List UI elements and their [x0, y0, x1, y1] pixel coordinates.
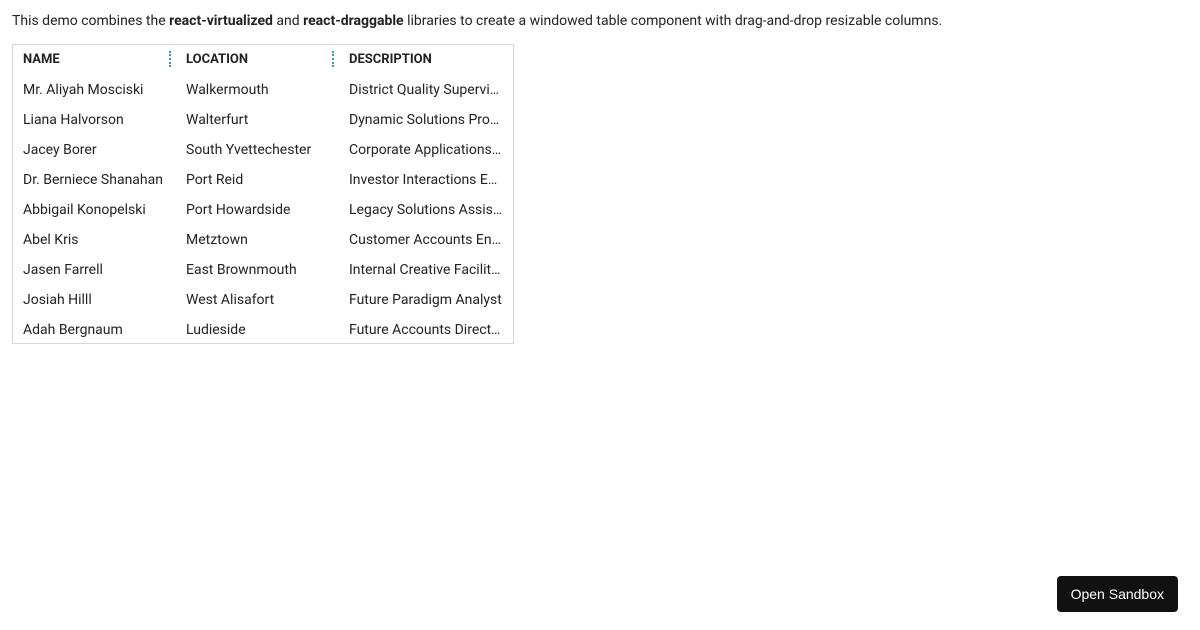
- cell-description: Investor Interactions Engine...: [339, 165, 513, 195]
- column-header-label: Description: [349, 52, 432, 67]
- cell-name: Abel Kris: [13, 225, 176, 255]
- drag-handle-icon: [169, 51, 171, 67]
- cell-name: Mr. Aliyah Mosciski: [13, 75, 176, 105]
- table-row: Jasen FarrellEast BrownmouthInternal Cre…: [13, 255, 513, 285]
- table-row: Abbigail KonopelskiPort HowardsideLegacy…: [13, 195, 513, 225]
- table-body: Mr. Aliyah MosciskiWalkermouthDistrict Q…: [13, 75, 513, 344]
- table-row: Abel KrisMetztownCustomer Accounts Engin…: [13, 225, 513, 255]
- open-sandbox-button[interactable]: Open Sandbox: [1057, 576, 1178, 612]
- column-header-description: Description: [339, 45, 513, 75]
- column-header-label: Location: [186, 52, 248, 67]
- cell-location: Port Reid: [176, 165, 339, 195]
- cell-name: Adah Bergnaum: [13, 315, 176, 344]
- cell-location: East Brownmouth: [176, 255, 339, 285]
- cell-description: Future Accounts Director: [339, 315, 513, 344]
- intro-lib1: react-virtualized: [169, 13, 273, 29]
- cell-location: Walkermouth: [176, 75, 339, 105]
- cell-location: Metztown: [176, 225, 339, 255]
- cell-name: Liana Halvorson: [13, 105, 176, 135]
- cell-description: Corporate Applications Des...: [339, 135, 513, 165]
- cell-description: Future Paradigm Analyst: [339, 285, 513, 315]
- cell-location: Port Howardside: [176, 195, 339, 225]
- table-row: Liana HalvorsonWalterfurtDynamic Solutio…: [13, 105, 513, 135]
- intro-text: This demo combines the react-virtualized…: [12, 12, 1188, 32]
- cell-description: Legacy Solutions Assistant: [339, 195, 513, 225]
- cell-name: Josiah Hilll: [13, 285, 176, 315]
- table-row: Dr. Berniece ShanahanPort ReidInvestor I…: [13, 165, 513, 195]
- cell-name: Abbigail Konopelski: [13, 195, 176, 225]
- cell-description: District Quality Supervisor: [339, 75, 513, 105]
- cell-description: Dynamic Solutions Producer: [339, 105, 513, 135]
- cell-name: Dr. Berniece Shanahan: [13, 165, 176, 195]
- data-table: Name Location Description Mr. Aliyah Mosci…: [12, 44, 514, 344]
- drag-handle-icon: [332, 51, 334, 67]
- table-row: Adah BergnaumLudiesideFuture Accounts Di…: [13, 315, 513, 344]
- cell-description: Internal Creative Facilitator: [339, 255, 513, 285]
- table-row: Josiah HilllWest AlisafortFuture Paradig…: [13, 285, 513, 315]
- cell-location: Walterfurt: [176, 105, 339, 135]
- table-row: Jacey BorerSouth YvettechesterCorporate …: [13, 135, 513, 165]
- intro-suffix: libraries to create a windowed table com…: [404, 13, 943, 29]
- column-header-label: Name: [23, 52, 60, 67]
- cell-location: West Alisafort: [176, 285, 339, 315]
- cell-name: Jasen Farrell: [13, 255, 176, 285]
- cell-location: Ludieside: [176, 315, 339, 344]
- column-header-name: Name: [13, 45, 176, 75]
- column-resize-handle[interactable]: [329, 51, 337, 67]
- table-header-row: Name Location Description: [13, 45, 513, 75]
- cell-location: South Yvettechester: [176, 135, 339, 165]
- intro-lib2: react-draggable: [303, 13, 404, 29]
- column-resize-handle[interactable]: [166, 51, 174, 67]
- table-row: Mr. Aliyah MosciskiWalkermouthDistrict Q…: [13, 75, 513, 105]
- intro-mid: and: [273, 13, 303, 29]
- intro-prefix: This demo combines the: [12, 13, 169, 29]
- cell-name: Jacey Borer: [13, 135, 176, 165]
- cell-description: Customer Accounts Engineer: [339, 225, 513, 255]
- column-header-location: Location: [176, 45, 339, 75]
